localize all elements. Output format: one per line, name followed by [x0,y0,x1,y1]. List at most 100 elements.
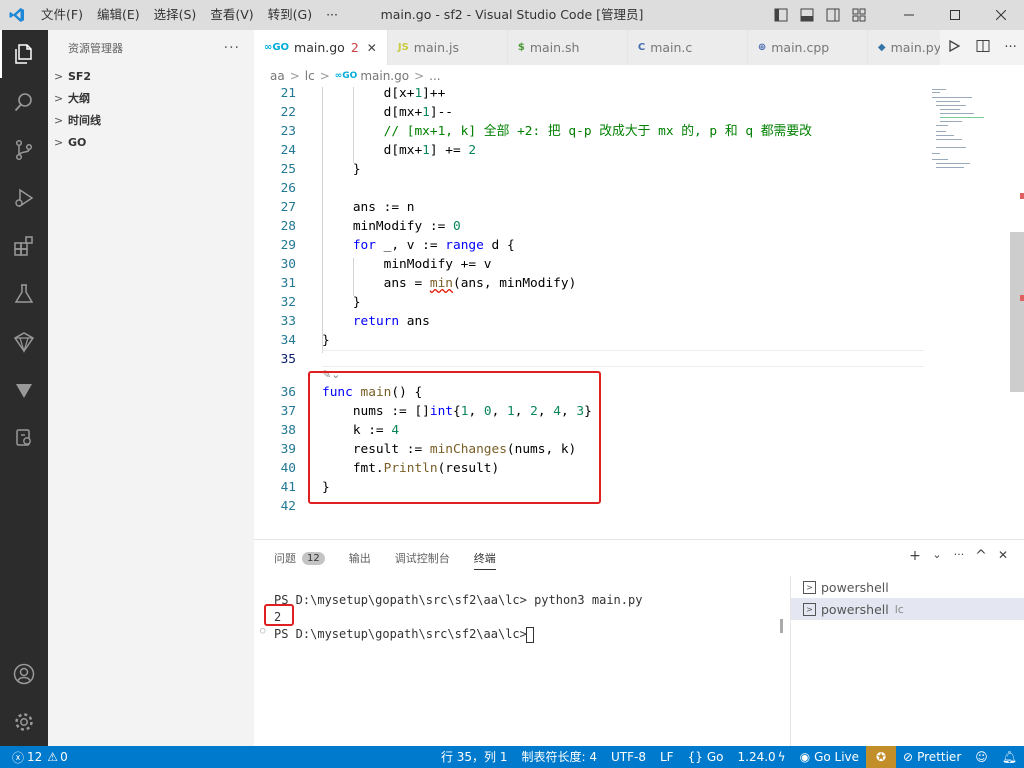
breadcrumb-file[interactable]: main.go [360,69,409,83]
close-window-button[interactable] [978,0,1024,30]
go-live-button[interactable]: ◉ Go Live [793,746,866,768]
toggle-sidebar-icon[interactable] [768,0,794,30]
menu-bar: 文件(F) 编辑(E) 选择(S) 查看(V) 转到(G) ··· [34,0,345,30]
breadcrumb-separator: > [414,69,425,83]
menu-file[interactable]: 文件(F) [34,0,90,30]
tab-main-cpp[interactable]: ⊕ main.cpp [747,30,868,65]
menu-selection[interactable]: 选择(S) [147,0,204,30]
menu-view[interactable]: 查看(V) [203,0,260,30]
toggle-panel-icon[interactable] [794,0,820,30]
language-mode[interactable]: {} Go [681,746,731,768]
extensions-icon[interactable] [0,222,48,270]
terminal-output[interactable]: PS D:\mysetup\gopath\src\sf2\aa\lc> pyth… [254,576,790,747]
minimize-button[interactable] [886,0,932,30]
explorer-sidebar: 资源管理器 ··· > SF2 > 大纲 > 时间线 > GO [48,30,254,746]
section-label: SF2 [68,69,92,83]
section-timeline[interactable]: > 时间线 [48,109,254,131]
tab-label: 终端 [473,552,496,565]
editor-scrollbar[interactable] [1010,232,1024,392]
terminal-list-item[interactable]: > powershell lc [791,598,1024,620]
close-icon[interactable]: ✕ [367,41,377,55]
tab-main-c[interactable]: C main.c [627,30,748,65]
menu-edit[interactable]: 编辑(E) [90,0,147,30]
settings-gear-icon[interactable] [0,698,48,746]
breadcrumb-separator: > [289,69,300,83]
sidebar-more-button[interactable]: ··· [224,40,240,56]
breadcrumb-folder-lc[interactable]: lc [305,69,315,83]
terminal-cwd: lc [894,602,904,616]
more-actions-icon[interactable]: ··· [1004,40,1016,55]
tab-debug-console[interactable]: 调试控制台 [395,540,450,576]
new-terminal-icon[interactable]: + [904,548,926,564]
prettier-label: Prettier [917,750,962,764]
tab-problems[interactable]: 问题 12 [274,540,325,576]
terminal-prompt: PS D:\mysetup\gopath\src\sf2\aa\lc> [274,627,535,641]
python-file-icon: ◆ [877,42,886,53]
notifications-bell-icon[interactable]: 🔔︎ [995,746,1024,768]
run-debug-icon[interactable] [0,174,48,222]
tab-output[interactable]: 输出 [349,540,371,576]
c-file-icon: C [637,42,646,53]
cpp-file-icon: ⊕ [757,42,767,53]
section-label: 时间线 [68,114,101,127]
run-icon[interactable] [947,39,961,56]
toggle-secondary-sidebar-icon[interactable] [820,0,846,30]
gitlens-icon[interactable] [0,366,48,414]
section-workspace[interactable]: > SF2 [48,65,254,87]
section-outline[interactable]: > 大纲 [48,87,254,109]
source-control-icon[interactable] [0,126,48,174]
chevron-down-icon[interactable]: ⌄ [926,548,948,564]
warning-count: 0 [60,750,68,764]
explorer-icon[interactable] [0,30,48,78]
close-panel-icon[interactable]: ✕ [992,548,1014,564]
tab-main-sh[interactable]: $ main.sh [507,30,628,65]
section-go[interactable]: > GO [48,131,254,153]
menu-go[interactable]: 转到(G) [261,0,319,30]
terminal-icon: > [803,602,816,616]
menu-more[interactable]: ··· [319,0,345,30]
feedback-icon[interactable]: ☺ [968,746,995,768]
end-of-line[interactable]: LF [653,746,681,768]
code-editor[interactable]: 21 d[x+1]++ 22 d[mx+1]-- 23 // [mx+1, k]… [254,87,1024,539]
error-marker [1020,193,1024,199]
copilot-icon[interactable]: ✪ [866,746,897,768]
encoding[interactable]: UTF-8 [604,746,653,768]
more-actions-icon[interactable]: ··· [948,548,970,564]
maximize-panel-icon[interactable]: ^ [970,548,992,564]
terminal-list-item[interactable]: > powershell [791,576,1024,598]
go-live-label: Go Live [814,750,860,764]
tab-label: main.go [294,40,345,55]
breadcrumb-folder-aa[interactable]: aa [270,69,285,83]
no-entry-icon: ⊘ [903,750,914,764]
docker-icon[interactable] [0,414,48,462]
indentation[interactable]: 制表符长度: 4 [515,746,605,768]
terminal-scrollbar[interactable] [780,619,783,633]
tab-label: main.sh [529,40,580,55]
js-file-icon: JS [397,42,409,53]
search-icon[interactable] [0,78,48,126]
problems-status[interactable]: ⓧ 12 ⚠ 0 [0,749,68,766]
bottom-panel: 问题 12 输出 调试控制台 终端 + ⌄ ··· ^ ✕ PS D:\myset… [254,539,1024,747]
chevron-right-icon: > [54,91,64,105]
split-editor-icon[interactable] [976,39,990,56]
tab-terminal[interactable]: 终端 [473,540,496,576]
sidebar-title: 资源管理器 [68,41,123,55]
accounts-icon[interactable] [0,650,48,698]
maximize-button[interactable] [932,0,978,30]
error-count: 12 [27,750,43,764]
prettier-status[interactable]: ⊘ Prettier [896,746,968,768]
tab-main-go[interactable]: ∞GO main.go 2 ✕ [254,30,388,65]
cursor-position[interactable]: 行 35，列 1 [434,746,515,768]
activity-bar [0,30,48,746]
breadcrumb-symbol[interactable]: ... [429,69,440,83]
customize-layout-icon[interactable] [846,0,872,30]
remote-explorer-icon[interactable] [0,318,48,366]
testing-icon[interactable] [0,270,48,318]
section-label: GO [68,135,87,149]
go-version[interactable]: 1.24.0 ϟ [731,746,793,768]
tab-main-js[interactable]: JS main.js [387,30,508,65]
status-bar: ⓧ 12 ⚠ 0 行 35，列 1 制表符长度: 4 UTF-8 LF {} Go… [0,746,1024,768]
language-label: Go [706,750,724,764]
problems-count-badge: 12 [302,551,325,565]
braces-icon: {} [687,750,703,764]
